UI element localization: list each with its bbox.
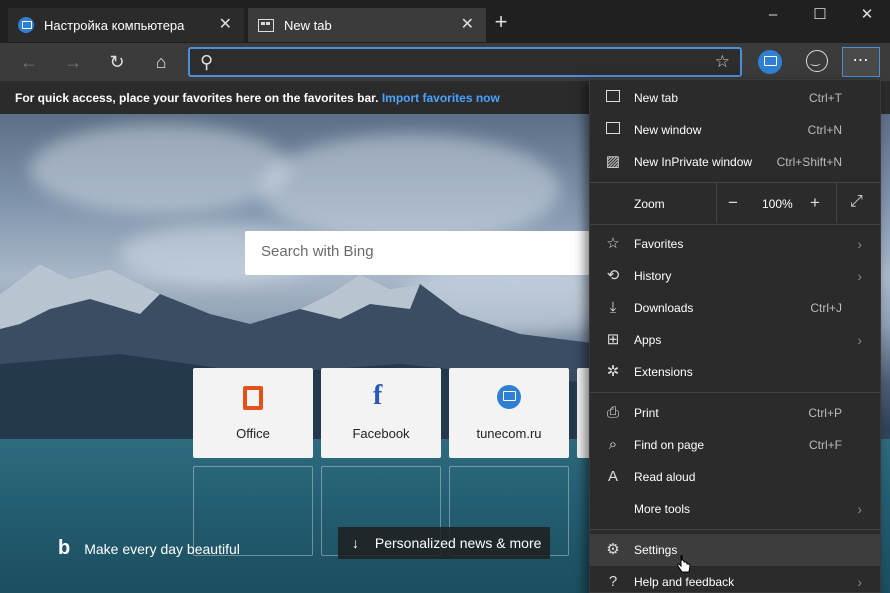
quick-link-tile-tunecom[interactable]: tunecom.ru bbox=[449, 368, 569, 458]
bing-tagline[interactable]: b Make every day beautiful bbox=[58, 537, 240, 560]
tab-new-tab[interactable]: New tab ✕ bbox=[248, 8, 486, 42]
bing-search-input[interactable]: Search with Bing bbox=[245, 231, 605, 275]
menu-divider bbox=[590, 224, 880, 225]
title-bar: Настройка компьютера ✕ New tab ✕ + – ☐ ✕ bbox=[0, 0, 890, 43]
facebook-logo-icon: f bbox=[373, 380, 383, 411]
tile-label: tunecom.ru bbox=[476, 426, 542, 441]
zoom-separator bbox=[716, 183, 717, 223]
download-icon: ⤓ bbox=[609, 299, 617, 316]
zoom-label: Zoom bbox=[634, 197, 665, 211]
back-arrow-icon[interactable]: ← bbox=[18, 51, 40, 73]
menu-divider bbox=[590, 529, 880, 530]
tagline-text: Make every day beautiful bbox=[84, 540, 240, 557]
close-tab-icon[interactable]: ✕ bbox=[219, 17, 232, 33]
gear-icon: ⚙ bbox=[606, 541, 620, 558]
favorites-bar-hint: For quick access, place your favorites h… bbox=[15, 91, 379, 105]
menu-item-print[interactable]: ⎙ Print Ctrl+P bbox=[590, 397, 880, 429]
tunecom-favicon-icon bbox=[18, 17, 34, 33]
feedback-smiley-icon[interactable] bbox=[806, 50, 828, 72]
tab-label: Настройка компьютера bbox=[44, 17, 185, 33]
menu-item-new-tab[interactable]: New tab Ctrl+T bbox=[590, 82, 880, 114]
menu-item-settings[interactable]: ⚙ Settings bbox=[590, 534, 880, 566]
hand-cursor-icon bbox=[677, 555, 691, 573]
zoom-out-button[interactable]: − bbox=[728, 193, 738, 213]
inprivate-icon: ▨ bbox=[605, 153, 621, 170]
import-favorites-link[interactable]: Import favorites now bbox=[382, 91, 500, 105]
tunecom-logo-icon bbox=[497, 385, 521, 409]
down-arrow-icon: ↓ bbox=[352, 535, 359, 551]
new-tab-icon bbox=[604, 89, 622, 107]
menu-item-help-and-feedback[interactable]: ? Help and feedback › bbox=[590, 566, 880, 593]
background-cloud bbox=[260, 134, 560, 244]
menu-item-extensions[interactable]: ✲ Extensions bbox=[590, 356, 880, 388]
settings-and-more-menu: New tab Ctrl+T New window Ctrl+N ▨ New I… bbox=[589, 79, 881, 593]
print-icon: ⎙ bbox=[606, 404, 619, 421]
chevron-right-icon: › bbox=[857, 236, 862, 252]
background-cloud bbox=[30, 124, 290, 214]
search-placeholder: Search with Bing bbox=[261, 243, 374, 260]
read-aloud-icon: A bbox=[607, 468, 618, 485]
quick-link-tile-office[interactable]: Office bbox=[193, 368, 313, 458]
refresh-icon[interactable]: ↻ bbox=[106, 51, 128, 73]
menu-item-apps[interactable]: ⊞ Apps › bbox=[590, 324, 880, 356]
search-icon: ⚲ bbox=[200, 52, 214, 72]
chevron-right-icon: › bbox=[857, 332, 862, 348]
zoom-level: 100% bbox=[762, 197, 793, 211]
address-bar[interactable]: ⚲ ☆ bbox=[188, 47, 742, 77]
tab-label: New tab bbox=[284, 17, 332, 33]
zoom-separator bbox=[836, 183, 837, 223]
find-icon: ⌕ bbox=[608, 436, 618, 453]
tile-label: Facebook bbox=[352, 426, 410, 441]
puzzle-icon: ✲ bbox=[606, 363, 620, 380]
office-logo-icon bbox=[243, 386, 263, 410]
chevron-right-icon: › bbox=[857, 574, 862, 590]
news-button-label: Personalized news & more bbox=[374, 535, 542, 551]
menu-item-new-window[interactable]: New window Ctrl+N bbox=[590, 114, 880, 146]
menu-item-find-on-page[interactable]: ⌕ Find on page Ctrl+F bbox=[590, 429, 880, 461]
zoom-row: Zoom − 100% + ⤢ bbox=[590, 183, 880, 223]
history-icon: ⟲ bbox=[606, 267, 620, 284]
star-icon: ☆ bbox=[606, 235, 620, 252]
extension-tunecom-icon[interactable] bbox=[758, 50, 782, 74]
forward-arrow-icon[interactable]: → bbox=[62, 51, 84, 73]
menu-item-favorites[interactable]: ☆ Favorites › bbox=[590, 228, 880, 260]
favorite-star-icon[interactable]: ☆ bbox=[715, 52, 730, 72]
window-icon bbox=[604, 121, 622, 139]
help-icon: ? bbox=[608, 573, 618, 590]
close-window-button[interactable]: ✕ bbox=[844, 4, 890, 28]
apps-icon: ⊞ bbox=[606, 331, 620, 348]
menu-item-read-aloud[interactable]: A Read aloud bbox=[590, 461, 880, 493]
minimize-button[interactable]: – bbox=[750, 4, 796, 28]
tile-label: Office bbox=[236, 426, 270, 441]
chevron-right-icon: › bbox=[857, 268, 862, 284]
new-tab-button[interactable]: + bbox=[490, 11, 512, 34]
menu-item-history[interactable]: ⟲ History › bbox=[590, 260, 880, 292]
home-icon[interactable]: ⌂ bbox=[150, 51, 172, 73]
quick-link-tile-facebook[interactable]: f Facebook bbox=[321, 368, 441, 458]
chevron-right-icon: › bbox=[857, 501, 862, 517]
menu-item-downloads[interactable]: ⤓ Downloads Ctrl+J bbox=[590, 292, 880, 324]
new-tab-page-icon bbox=[258, 18, 274, 32]
close-tab-icon[interactable]: ✕ bbox=[461, 17, 474, 33]
personalized-news-button[interactable]: ↓ Personalized news & more bbox=[338, 527, 550, 559]
fullscreen-icon[interactable]: ⤢ bbox=[850, 193, 863, 211]
tab-nastroyka[interactable]: Настройка компьютера ✕ bbox=[8, 8, 244, 42]
settings-and-more-button[interactable]: ⋯ bbox=[842, 47, 880, 77]
menu-divider bbox=[590, 392, 880, 393]
menu-item-new-inprivate-window[interactable]: ▨ New InPrivate window Ctrl+Shift+N bbox=[590, 146, 880, 178]
bing-logo-icon: b bbox=[58, 537, 71, 559]
zoom-in-button[interactable]: + bbox=[810, 193, 820, 213]
navigation-toolbar: ← → ↻ ⌂ ⚲ ☆ ⋯ bbox=[0, 43, 890, 81]
menu-item-more-tools[interactable]: More tools › bbox=[590, 493, 880, 525]
maximize-button[interactable]: ☐ bbox=[797, 4, 843, 28]
